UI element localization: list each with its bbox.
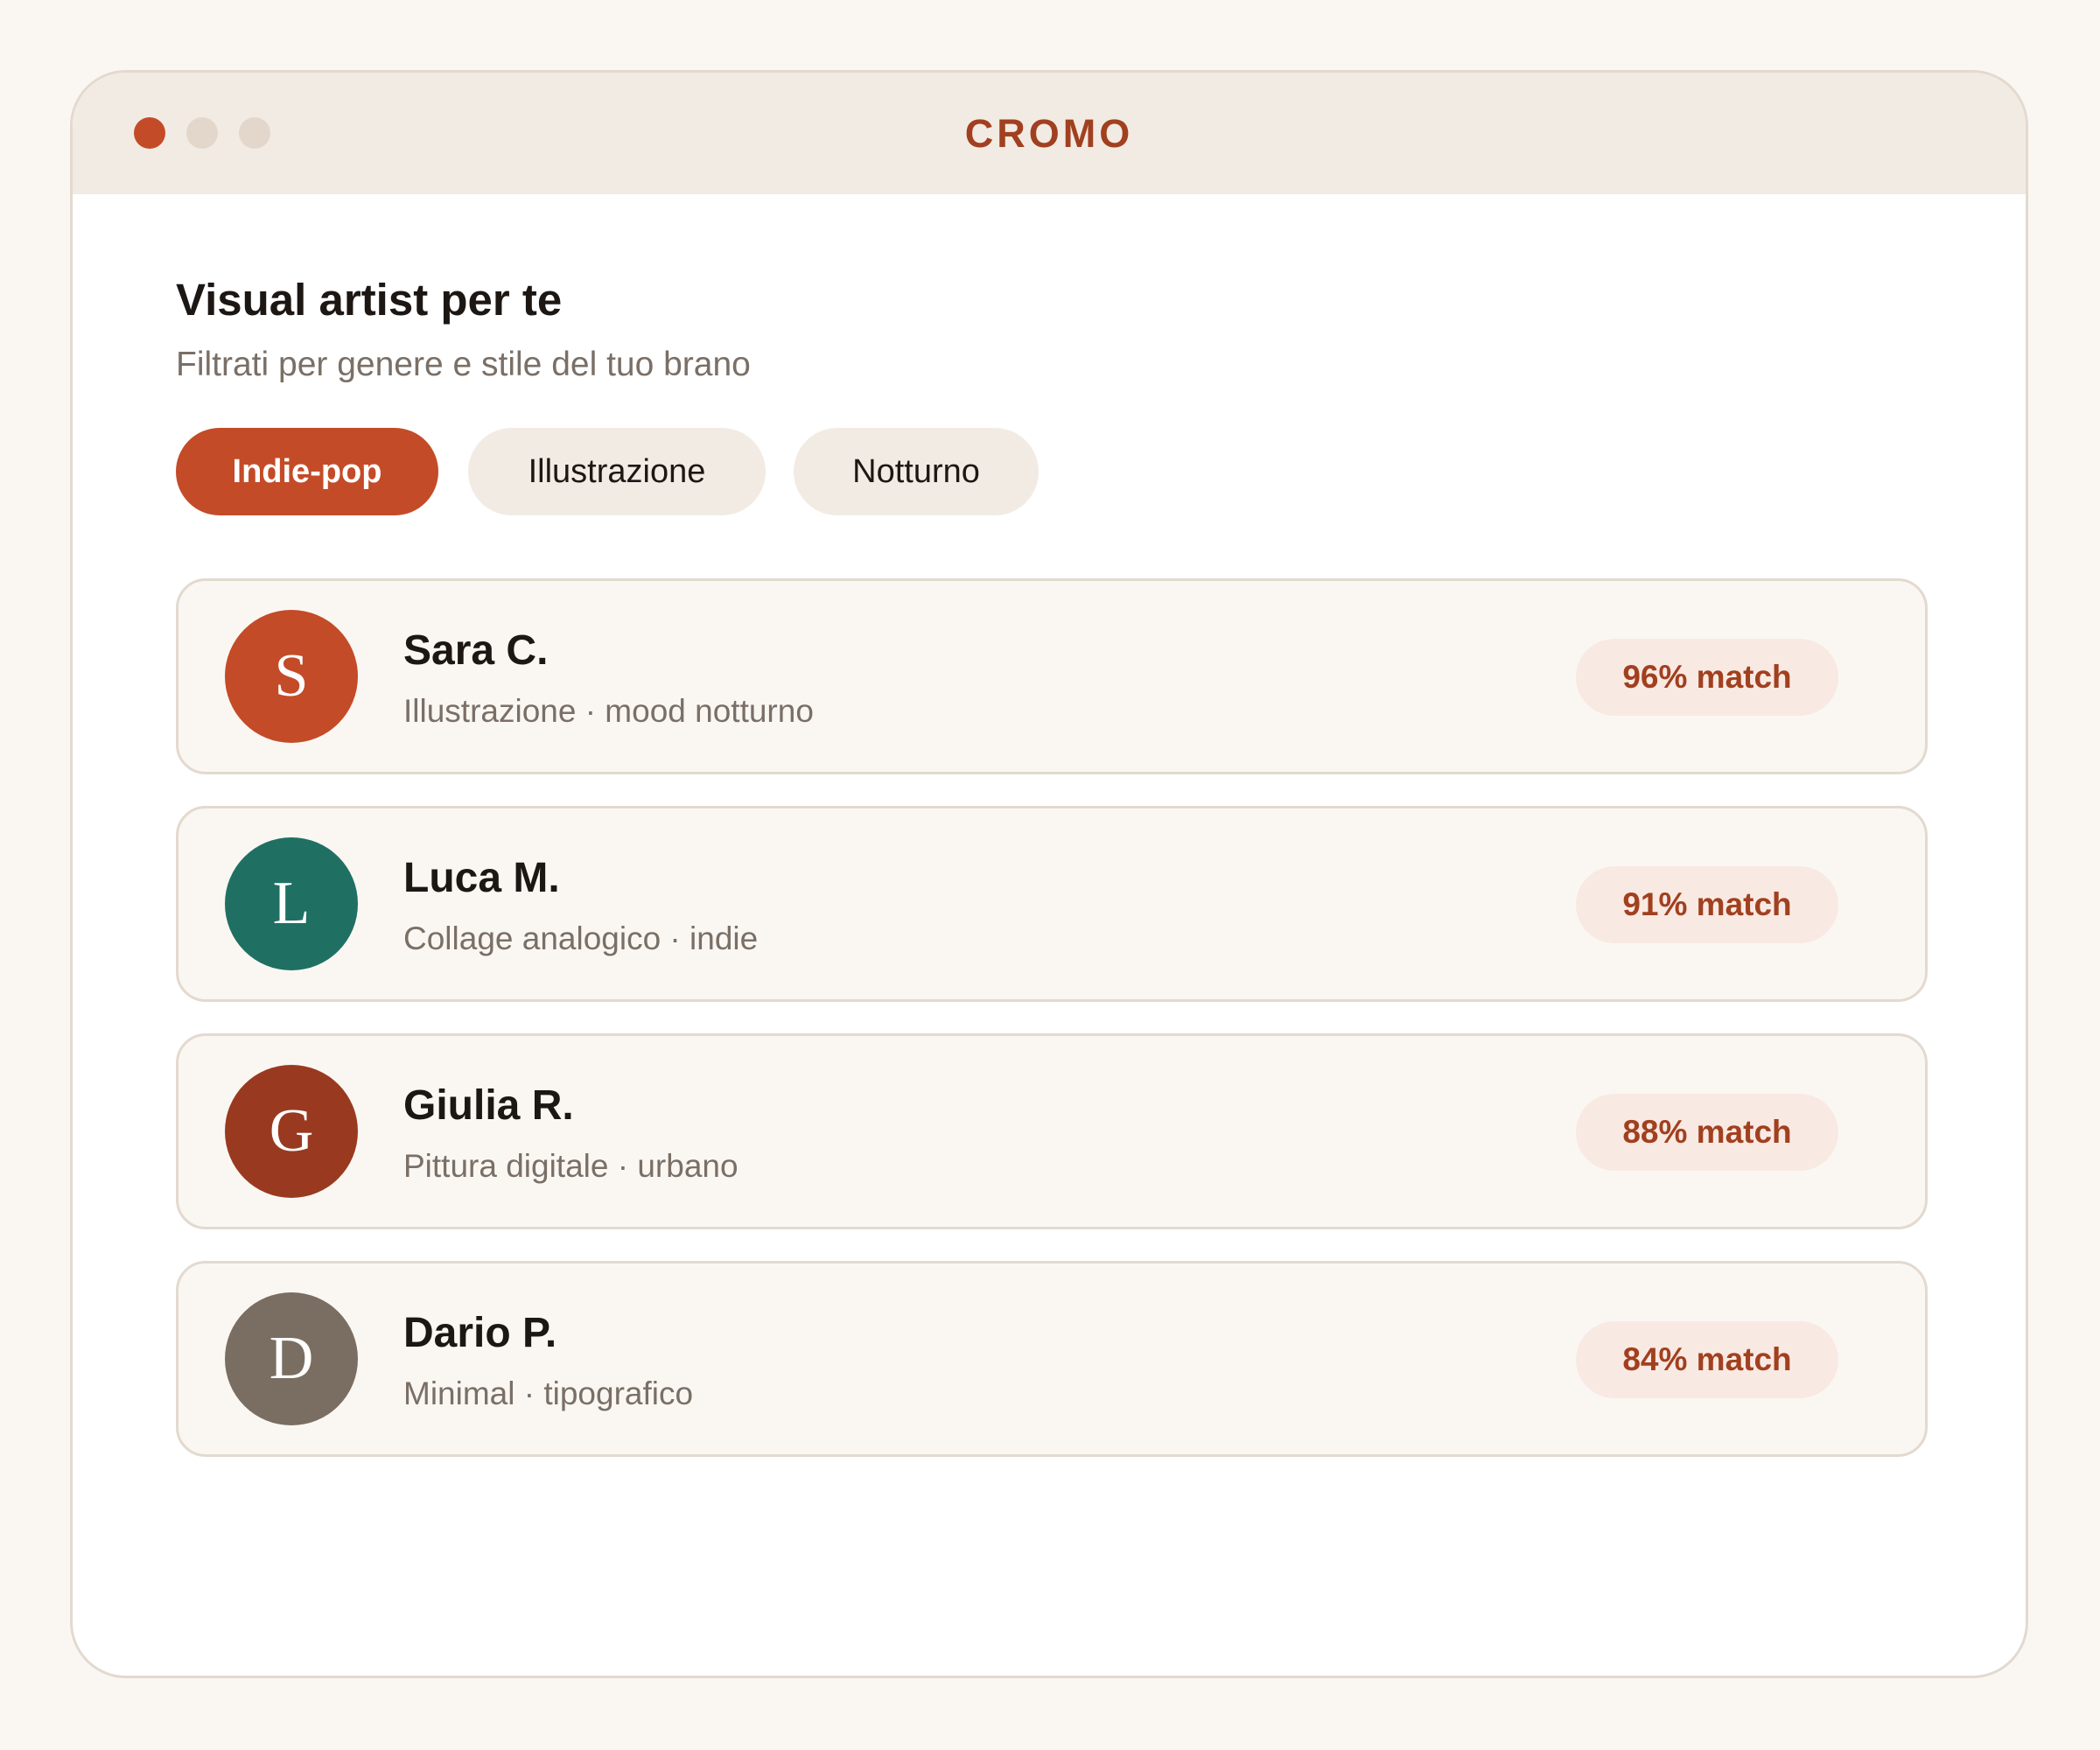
artist-meta: Illustrazione · mood notturno xyxy=(403,693,814,729)
match-badge: 84% match xyxy=(1576,1321,1838,1398)
match-badge: 96% match xyxy=(1576,639,1838,716)
artist-name: Giulia R. xyxy=(403,1082,574,1129)
app-window: CROMO Visual artist per te Filtrati per … xyxy=(70,70,2028,1678)
artist-card[interactable]: D Dario P. Minimal · tipografico 84% mat… xyxy=(176,1261,1928,1457)
artist-meta: Minimal · tipografico xyxy=(403,1376,694,1411)
avatar: D xyxy=(225,1292,358,1425)
avatar: L xyxy=(225,837,358,970)
app-title: CROMO xyxy=(964,111,1134,156)
filter-chip-notturno[interactable]: Notturno xyxy=(794,428,1039,515)
artist-name: Luca M. xyxy=(403,855,560,901)
artist-name: Dario P. xyxy=(403,1310,557,1356)
artist-meta: Pittura digitale · urbano xyxy=(403,1148,738,1184)
artist-meta: Collage analogico · indie xyxy=(403,920,759,956)
filter-chip-illustrazione[interactable]: Illustrazione xyxy=(468,428,766,515)
artist-card[interactable]: L Luca M. Collage analogico · indie 91% … xyxy=(176,806,1928,1002)
match-badge: 88% match xyxy=(1576,1094,1838,1171)
artist-name: Sara C. xyxy=(403,627,549,674)
avatar: S xyxy=(225,610,358,743)
avatar: G xyxy=(225,1065,358,1198)
artist-card[interactable]: S Sara C. Illustrazione · mood notturno … xyxy=(176,578,1928,774)
page-subtitle: Filtrati per genere e stile del tuo bran… xyxy=(176,346,751,383)
match-badge: 91% match xyxy=(1576,866,1838,943)
filter-chip-indie-pop[interactable]: Indie-pop xyxy=(176,428,438,515)
page-title: Visual artist per te xyxy=(176,275,563,325)
title-bar: CROMO xyxy=(73,73,2026,194)
artist-card[interactable]: G Giulia R. Pittura digitale · urbano 88… xyxy=(176,1033,1928,1229)
